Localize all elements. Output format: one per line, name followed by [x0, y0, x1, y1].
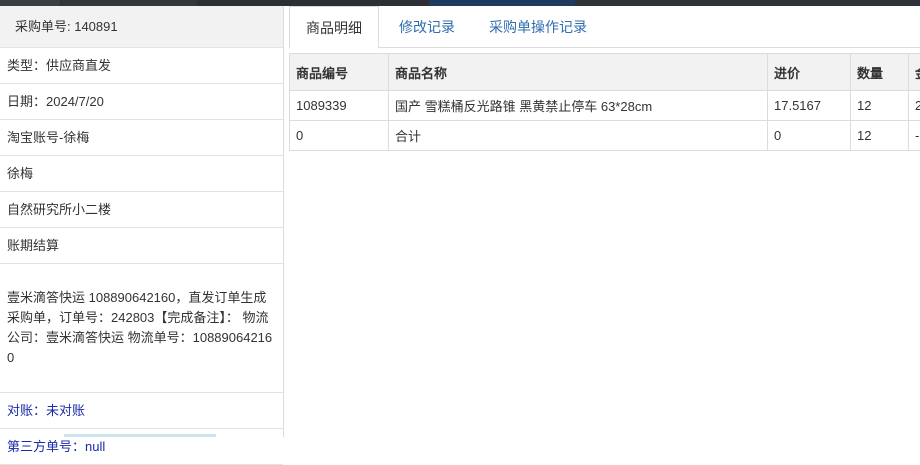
taobao-account: 淘宝账号-徐梅 [0, 120, 283, 156]
payment-terms: 账期结算 [0, 228, 283, 264]
order-info-panel: 采购单号: 140891 类型：供应商直发 日期：2024/7/20 淘宝账号-… [0, 6, 284, 437]
tab-modification-log[interactable]: 修改记录 [387, 6, 467, 48]
tab-product-details[interactable]: 商品明细 [289, 6, 379, 49]
cell-quantity: 12 [851, 91, 909, 121]
product-table: 商品编号 商品名称 进价 数量 金 1089339 国产 雪糕桶反光路锥 黑黄禁… [289, 53, 920, 151]
order-remark: 壹米滴答快运 108890642160，直发订单生成采购单，订单号：242803… [0, 264, 283, 393]
address: 自然研究所小二楼 [0, 192, 283, 228]
column-header-amount[interactable]: 金 [909, 54, 920, 91]
cell-name: 合计 [389, 121, 768, 151]
column-header-name[interactable]: 商品名称 [389, 54, 768, 91]
cell-code: 0 [290, 121, 389, 151]
order-number: 采购单号: 140891 [0, 6, 283, 48]
column-header-code[interactable]: 商品编号 [290, 54, 389, 91]
table-row[interactable]: 1089339 国产 雪糕桶反光路锥 黑黄禁止停车 63*28cm 17.516… [290, 91, 920, 121]
order-type: 类型：供应商直发 [0, 48, 283, 84]
cell-quantity: 12 [851, 121, 909, 151]
column-header-quantity[interactable]: 数量 [851, 54, 909, 91]
tab-operation-log[interactable]: 采购单操作记录 [479, 6, 597, 48]
product-table-container: 商品编号 商品名称 进价 数量 金 1089339 国产 雪糕桶反光路锥 黑黄禁… [289, 53, 920, 151]
cell-amount: - [909, 121, 920, 151]
contact-name: 徐梅 [0, 156, 283, 192]
cell-amount: 21 [909, 91, 920, 121]
cell-price: 0 [768, 121, 851, 151]
detail-tabs: 商品明细 修改记录 采购单操作记录 [289, 6, 920, 48]
cell-code: 1089339 [290, 91, 389, 121]
table-total-row: 0 合计 0 12 - [290, 121, 920, 151]
table-header-row: 商品编号 商品名称 进价 数量 金 [290, 54, 920, 91]
reconcile-status: 对账：未对账 [0, 393, 283, 429]
cell-name: 国产 雪糕桶反光路锥 黑黄禁止停车 63*28cm [389, 91, 768, 121]
order-date: 日期：2024/7/20 [0, 84, 283, 120]
column-header-price[interactable]: 进价 [768, 54, 851, 91]
cell-price: 17.5167 [768, 91, 851, 121]
